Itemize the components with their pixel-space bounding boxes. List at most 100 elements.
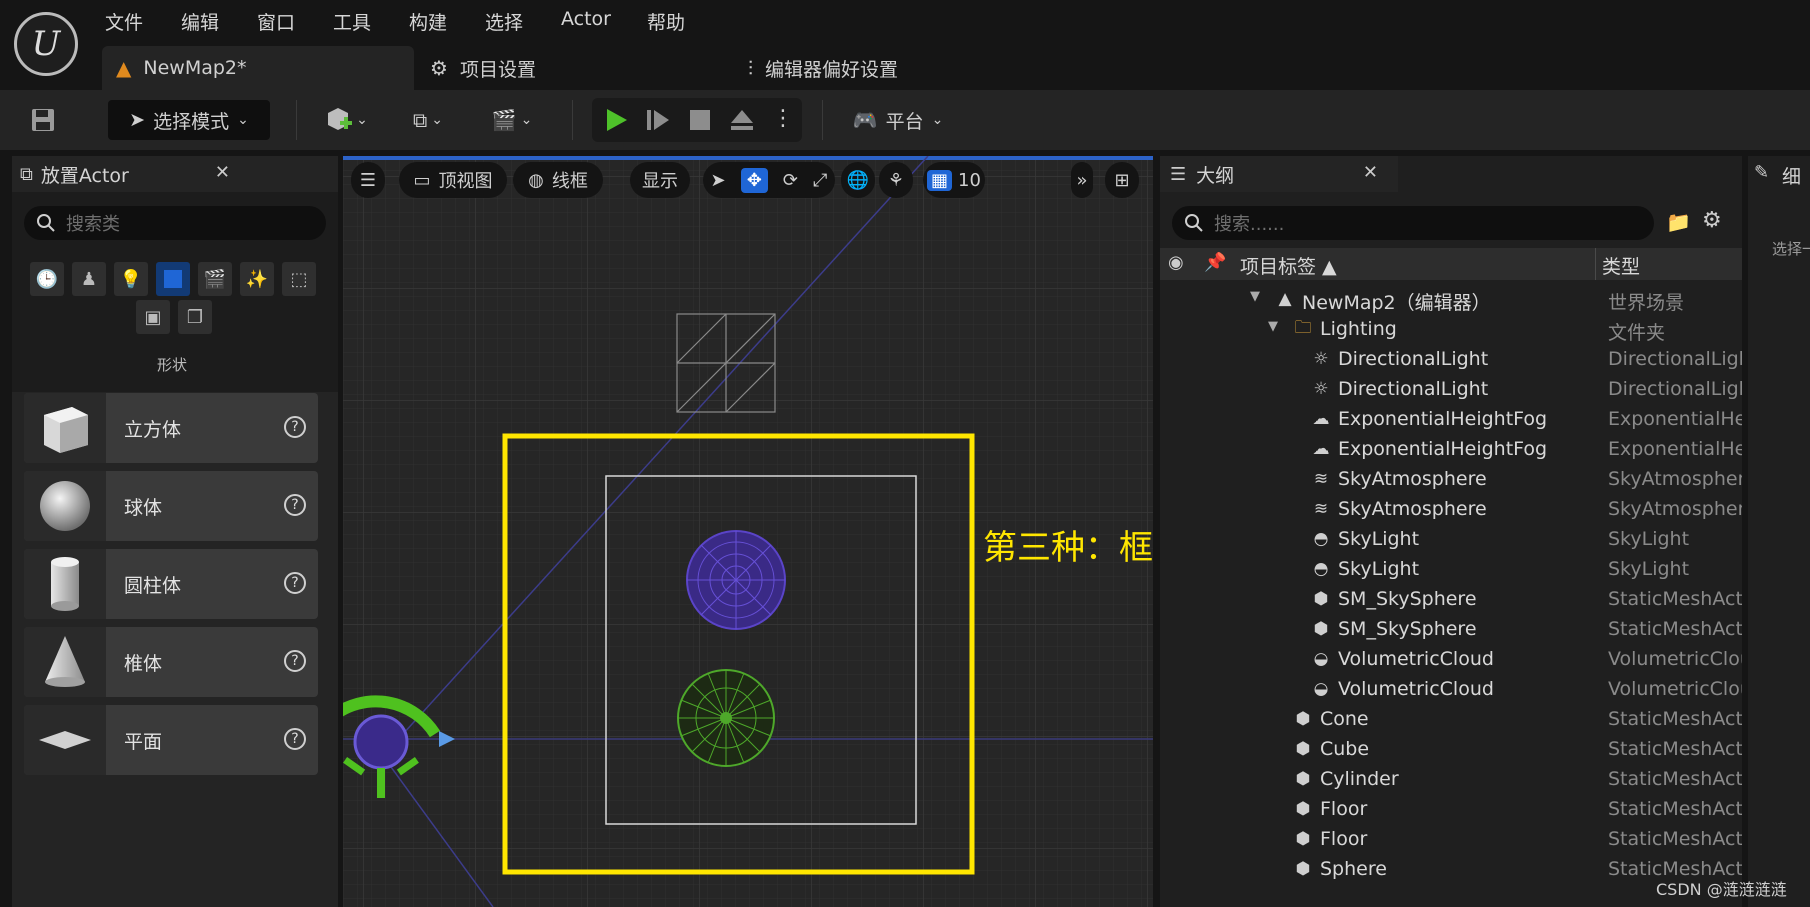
basic-actors-icon[interactable]: ♟ [72, 262, 106, 296]
outliner-row[interactable]: ◒ VolumetricCloud VolumetricClou [1160, 645, 1742, 675]
outliner-row[interactable]: ⬢ Floor StaticMeshActo [1160, 825, 1742, 855]
menu-actor[interactable]: Actor [561, 8, 611, 30]
cinematics-button[interactable]: 🎬 ⌄ [484, 102, 540, 138]
tab-project-settings[interactable]: ⚙ 项目设置 [430, 46, 536, 90]
move-tool-icon[interactable]: ✥ [740, 167, 768, 193]
world-globe-icon: 🌐 [846, 169, 870, 191]
shapes-cube-icon[interactable] [156, 262, 190, 296]
advance-frame-button[interactable] [644, 106, 672, 139]
outliner-row[interactable]: ☼ DirectionalLight DirectionalLigh [1160, 375, 1742, 405]
help-icon[interactable]: ? [284, 650, 306, 672]
outliner-row[interactable]: ☼ DirectionalLight DirectionalLigh [1160, 345, 1742, 375]
surface-snapping-button[interactable]: ⚘ [879, 162, 913, 198]
more-options-icon[interactable]: ⋮ [772, 106, 794, 131]
outliner-row[interactable]: ⬢ Cylinder StaticMeshActo [1160, 765, 1742, 795]
help-icon[interactable]: ? [284, 728, 306, 750]
rotate-tool-icon[interactable]: ⟳ [783, 170, 798, 191]
geometry-icon[interactable]: ❐ [178, 300, 212, 334]
sphere-thumbnail [24, 471, 106, 541]
eject-button[interactable] [728, 106, 756, 139]
pin-icon[interactable]: 📌 [1204, 252, 1226, 273]
menu-build[interactable]: 构建 [409, 8, 447, 35]
shape-item-plane[interactable]: 平面 ? [24, 705, 318, 775]
details-title[interactable]: 细 [1782, 162, 1801, 189]
cone-icon [45, 636, 85, 687]
menu-tools[interactable]: 工具 [333, 8, 371, 35]
level-viewport[interactable]: ☰ ▭ 顶视图 ◍ 线框 显示 ➤ ✥ ⟳ ⤢ 🌐 ⚘ ▦ 10 » ⊞ 第三种… [343, 156, 1153, 907]
outliner-row[interactable]: ⬢ Cube StaticMeshActo [1160, 735, 1742, 765]
outliner-row[interactable]: ◒ VolumetricCloud VolumetricClou [1160, 675, 1742, 705]
outliner-row[interactable]: ⬢ Sphere StaticMeshActo [1160, 855, 1742, 885]
outliner-row[interactable]: ◓ SkyLight SkyLight [1160, 555, 1742, 585]
tab-editor-preferences[interactable]: ⫶ 编辑器偏好设置 [748, 46, 898, 90]
volumes-icon[interactable]: ⬚ [282, 262, 316, 296]
outliner-row[interactable]: ⬢ SM_SkySphere StaticMeshActo [1160, 615, 1742, 645]
menu-file[interactable]: 文件 [105, 8, 143, 35]
view-type-button[interactable]: ▭ 顶视图 [399, 162, 507, 198]
viewport-menu-button[interactable]: ☰ [351, 162, 385, 198]
gear-icon[interactable]: ⚙ [1702, 208, 1722, 233]
outliner-row-type: StaticMeshActo [1608, 708, 1742, 730]
viewport-layout-button[interactable]: ⊞ [1105, 162, 1139, 198]
close-icon[interactable]: ✕ [215, 162, 230, 183]
tab-outliner[interactable]: ☰ 大纲 ✕ [1160, 156, 1398, 192]
outliner-search-input[interactable]: 搜索...... [1172, 206, 1654, 240]
outliner-row[interactable]: ▼ ▲ NewMap2（编辑器） 世界场景 [1160, 285, 1742, 315]
outliner-title: 大纲 [1196, 164, 1235, 187]
coordinate-system-button[interactable]: 🌐 [841, 162, 875, 198]
help-icon[interactable]: ? [284, 494, 306, 516]
menu-select[interactable]: 选择 [485, 8, 523, 35]
expand-chevron-icon[interactable]: ▼ [1268, 319, 1278, 334]
add-folder-icon[interactable]: 📁 [1666, 210, 1691, 234]
selection-mode-dropdown[interactable]: ➤ 选择模式 ⌄ [108, 100, 270, 140]
chevron-down-icon: ⌄ [356, 112, 368, 128]
shape-item-cylinder[interactable]: 圆柱体 ? [24, 549, 318, 619]
outliner-row[interactable]: ☁ ExponentialHeightFog ExponentialHei [1160, 435, 1743, 465]
play-button[interactable] [602, 106, 630, 139]
help-icon[interactable]: ? [284, 416, 306, 438]
save-button[interactable] [26, 104, 60, 136]
column-item-label[interactable]: 项目标签 ▲ [1240, 252, 1337, 279]
more-tools-button[interactable]: » [1071, 162, 1093, 198]
tab-newmap2[interactable]: ▲ NewMap2* [102, 46, 414, 90]
visibility-eye-icon[interactable]: ◉ [1168, 252, 1184, 273]
menu-edit[interactable]: 编辑 [181, 8, 219, 35]
cinematic-clapper-icon[interactable]: 🎬 [198, 262, 232, 296]
column-type[interactable]: 类型 [1602, 252, 1640, 279]
platforms-dropdown[interactable]: 🎮 平台 ⌄ [848, 100, 948, 140]
menu-window[interactable]: 窗口 [257, 8, 295, 35]
close-icon[interactable]: ✕ [1363, 162, 1378, 183]
class-search-input[interactable]: 搜索类 [24, 206, 326, 240]
outliner-row[interactable]: ⬢ Cone StaticMeshActo [1160, 705, 1742, 735]
outliner-row[interactable]: ☁ ExponentialHeightFog ExponentialHei [1160, 405, 1743, 435]
show-flags-button[interactable]: 显示 [630, 162, 690, 198]
menu-help[interactable]: 帮助 [647, 8, 685, 35]
unreal-logo-icon[interactable]: U [14, 12, 78, 76]
outliner-row[interactable]: ≋ SkyAtmosphere SkyAtmosphere [1160, 495, 1742, 525]
expand-chevron-icon[interactable]: ▼ [1250, 289, 1260, 304]
mesh-icon: ⬢ [1313, 589, 1329, 609]
visual-effects-icon[interactable]: ✨ [240, 262, 274, 296]
grid-snap-button[interactable]: ▦ 10 [923, 162, 985, 198]
lights-bulb-icon[interactable]: 💡 [114, 262, 148, 296]
skip-frame-icon [647, 110, 669, 130]
shape-item-cube[interactable]: 立方体 ? [24, 393, 318, 463]
blueprint-button[interactable]: ⧉ ⌄ [400, 102, 456, 138]
help-icon[interactable]: ? [284, 572, 306, 594]
all-classes-icon[interactable]: ▣ [136, 300, 170, 334]
outliner-row[interactable]: ◓ SkyLight SkyLight [1160, 525, 1742, 555]
select-tool-icon[interactable]: ➤ [711, 170, 726, 191]
tab-place-actors[interactable]: ⧉ 放置Actor ✕ [12, 156, 250, 192]
shape-item-sphere[interactable]: 球体 ? [24, 471, 318, 541]
scale-tool-icon[interactable]: ⤢ [813, 170, 827, 191]
shape-item-cone[interactable]: 椎体 ? [24, 627, 318, 697]
outliner-row[interactable]: ⬢ SM_SkySphere StaticMeshActo [1160, 585, 1742, 615]
stop-button[interactable] [686, 106, 714, 139]
gamepad-icon: 🎮 [852, 108, 878, 132]
outliner-row[interactable]: ⬢ Floor StaticMeshActo [1160, 795, 1742, 825]
outliner-row[interactable]: ≋ SkyAtmosphere SkyAtmosphere [1160, 465, 1742, 495]
outliner-row[interactable]: ▼ 🗀 Lighting 文件夹 [1160, 315, 1742, 345]
view-mode-button[interactable]: ◍ 线框 [513, 162, 603, 198]
recent-clock-icon[interactable]: 🕒 [30, 262, 64, 296]
add-actor-button[interactable]: ⌄ [318, 102, 374, 138]
